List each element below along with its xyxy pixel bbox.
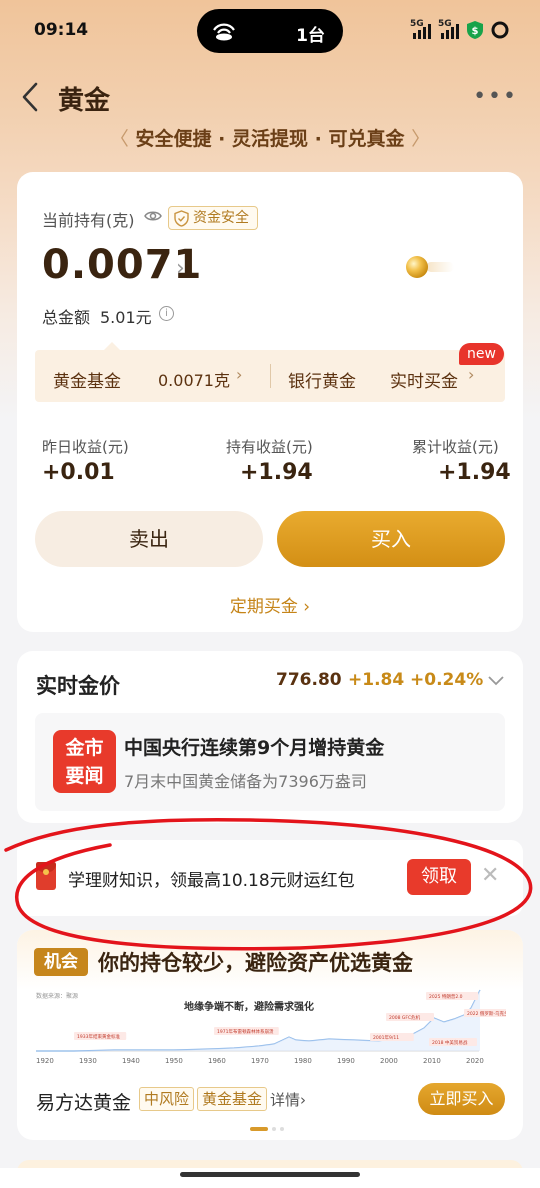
opportunity-title: 你的持仓较少，避险资产优选黄金 — [98, 951, 413, 975]
cast-icon — [213, 23, 235, 41]
news-title[interactable]: 中国央行连续第9个月增持黄金 — [124, 733, 384, 760]
chart-annotation: 1933年结束黄金标准 — [77, 1033, 120, 1040]
strip-pointer — [104, 342, 120, 350]
back-arrow-icon[interactable] — [18, 80, 46, 114]
laurel-right-icon: 〉 — [411, 128, 431, 150]
ring-icon — [491, 21, 509, 39]
chart-year-label: 2020 — [466, 1057, 484, 1065]
buy-button[interactable]: 买入 — [277, 511, 505, 567]
carousel-dot — [280, 1127, 284, 1131]
gold-history-chart[interactable]: 数据来源：聚源 地缘争端不断，避险需求强化 1933年结束黄金标准 1971年布雷… — [34, 988, 506, 1066]
details-link[interactable]: 详情› — [270, 1089, 306, 1110]
income-value-cumulative: +1.94 — [438, 460, 511, 485]
dynamic-island[interactable]: 1台 — [197, 9, 343, 53]
carousel-dots — [250, 1127, 284, 1131]
red-envelope-icon — [36, 862, 56, 890]
claim-button[interactable]: 领取 — [407, 859, 471, 895]
risk-tag: 中风险 — [139, 1087, 195, 1111]
shield-dollar-icon: $ — [467, 21, 483, 39]
total-amount-value: 5.01元 — [100, 308, 152, 327]
chart-annotation: 2025 特朗普2.0 — [429, 993, 463, 1000]
carousel-dot-active — [250, 1127, 268, 1131]
chart-year-label: 2000 — [380, 1057, 398, 1065]
chart-year-label: 1980 — [294, 1057, 312, 1065]
promo-text: 学理财知识，领最高10.18元财运红包 — [68, 871, 355, 891]
gold-fund-link[interactable]: 黄金基金 — [53, 367, 121, 392]
info-icon[interactable]: i — [159, 306, 174, 321]
income-label-yesterday: 昨日收益(元) — [42, 438, 129, 456]
home-indicator[interactable] — [180, 1172, 360, 1177]
gold-price: 776.80 — [276, 670, 342, 690]
carousel-dot — [272, 1127, 276, 1131]
chart-year-label: 1950 — [165, 1057, 183, 1065]
fund-safety-badge[interactable]: 资金安全 — [168, 206, 258, 230]
chart-annotation: 2001年9/11 — [373, 1034, 399, 1041]
sell-button[interactable]: 卖出 — [35, 511, 263, 567]
shield-check-icon — [174, 210, 189, 227]
news-subtitle: 7月末中国黄金储备为7396万盎司 — [124, 772, 367, 791]
total-amount-label: 总金额 — [42, 308, 91, 327]
signal-5g-icon: 5G — [438, 19, 460, 39]
status-time: 09:14 — [34, 20, 89, 40]
income-value-yesterday: +0.01 — [42, 460, 115, 485]
bank-gold-link[interactable]: 银行黄金 — [288, 367, 356, 392]
chevron-right-icon[interactable]: › — [176, 256, 185, 281]
chart-annotation: 2022 俄罗斯-乌克兰 — [467, 1010, 506, 1017]
chart-annotation: 2008 GFC危机 — [389, 1014, 421, 1021]
gold-fund-grams[interactable]: 0.0071克 — [158, 367, 230, 391]
chevron-right-icon[interactable]: › — [236, 365, 242, 384]
chart-year-label: 1930 — [79, 1057, 97, 1065]
gold-ball-icon — [406, 256, 428, 278]
chart-year-label: 1990 — [337, 1057, 355, 1065]
close-icon[interactable]: ✕ — [481, 863, 499, 888]
fund-type-tag: 黄金基金 — [197, 1087, 268, 1111]
chart-headline: 地缘争端不断，避险需求强化 — [184, 1000, 314, 1013]
income-value-holding: +1.94 — [240, 460, 313, 485]
status-bar: 09:14 1台 5G 5G $ — [0, 0, 540, 64]
page-title: 黄金 — [58, 86, 111, 116]
gold-trail-decoration — [426, 262, 454, 272]
chart-year-label: 1970 — [251, 1057, 269, 1065]
opportunity-badge: 机会 — [34, 948, 88, 976]
chart-annotation: 2018 中美贸易战 — [432, 1039, 468, 1046]
laurel-left-icon: 〈 — [109, 128, 129, 150]
system-icons: 5G 5G $ — [410, 19, 510, 40]
svg-text:$: $ — [472, 26, 479, 37]
realtime-price-title: 实时金价 — [36, 674, 120, 698]
chevron-right-icon[interactable]: › — [468, 365, 474, 384]
income-label-holding: 持有收益(元) — [226, 438, 313, 456]
fund-name[interactable]: 易方达黄金 — [36, 1088, 131, 1115]
tagline: 〈 安全便捷 · 灵活提现 · 可兑真金 〉 — [109, 128, 431, 150]
cast-count: 1台 — [296, 26, 325, 46]
home-bar-area — [0, 1168, 540, 1188]
chart-year-label: 1940 — [122, 1057, 140, 1065]
chart-source: 数据来源：聚源 — [36, 992, 78, 1000]
chart-x-axis: 1920 1930 1940 1950 1960 1970 1980 1990 2000 2010… — [36, 1057, 484, 1065]
price-change-percent: +0.24% — [410, 670, 484, 690]
eye-icon[interactable] — [144, 208, 162, 224]
chevron-down-icon[interactable] — [486, 670, 506, 690]
buy-now-button[interactable]: 立即买入 — [418, 1083, 505, 1115]
realtime-buy-link[interactable]: 实时买金 — [390, 367, 458, 392]
chart-year-label: 2010 — [423, 1057, 441, 1065]
fixed-buy-link[interactable]: 定期买金 › — [0, 592, 540, 617]
chart-year-label: 1920 — [36, 1057, 54, 1065]
gold-news-logo: 金市 要闻 — [53, 730, 116, 793]
price-change: +1.84 — [348, 670, 405, 690]
chart-annotation: 1971年布雷顿森林体系崩溃 — [217, 1028, 274, 1035]
holdings-label: 当前持有(克) — [42, 211, 135, 230]
signal-5g-icon: 5G — [410, 19, 432, 39]
income-label-cumulative: 累计收益(元) — [412, 438, 499, 456]
new-badge: new — [459, 343, 504, 365]
chart-year-label: 1960 — [208, 1057, 226, 1065]
more-options-icon[interactable]: ••• — [473, 84, 518, 109]
strip-divider — [270, 364, 271, 388]
